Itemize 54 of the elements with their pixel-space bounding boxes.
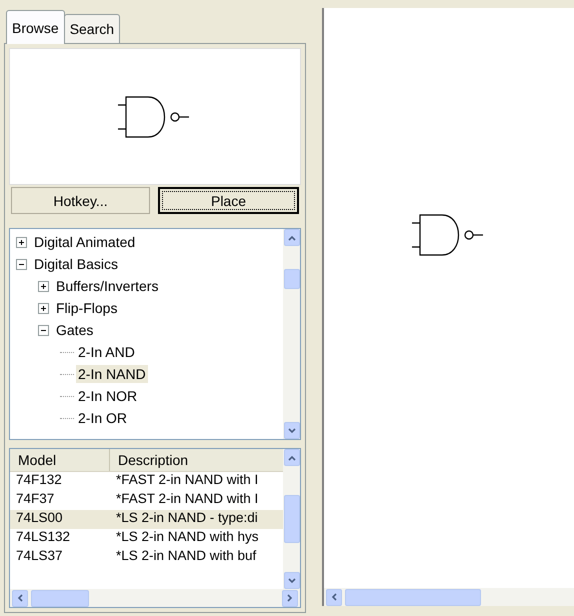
- chevron-up-icon: [288, 454, 296, 460]
- vertical-scrollbar[interactable]: [283, 449, 300, 589]
- expand-icon[interactable]: [16, 236, 27, 248]
- horizontal-scrollbar[interactable]: [10, 589, 300, 607]
- table-cell-text: *LS 2-in NAND with buf: [115, 548, 258, 565]
- chevron-down-icon: [288, 428, 296, 434]
- tree-item[interactable]: Flip-Flops: [54, 299, 120, 317]
- tree-item[interactable]: Digital Animated: [32, 233, 138, 251]
- tree-item[interactable]: 2-In AND: [76, 343, 137, 361]
- column-header[interactable]: Model: [10, 449, 110, 471]
- horizontal-scrollbar[interactable]: [324, 588, 574, 606]
- tree-item[interactable]: Digital Basics: [32, 255, 120, 273]
- scroll-left-button[interactable]: [326, 588, 342, 606]
- table-row[interactable]: 74LS00 *LS 2-in NAND - type:di: [10, 510, 283, 529]
- table-cell-text: 74LS132: [15, 529, 72, 546]
- collapse-icon[interactable]: [38, 324, 49, 336]
- chevron-left-icon: [331, 593, 337, 601]
- vertical-scrollbar[interactable]: [283, 229, 300, 439]
- chevron-left-icon: [17, 594, 23, 602]
- chevron-down-icon: [288, 578, 296, 584]
- tree-item[interactable]: Buffers/Inverters: [54, 277, 160, 295]
- scroll-right-button[interactable]: [282, 590, 298, 606]
- chevron-right-icon: [287, 594, 293, 602]
- place-button[interactable]: Place: [158, 187, 299, 214]
- table-cell-text: 74LS00: [15, 510, 64, 527]
- hotkey-button[interactable]: Hotkey...: [11, 187, 150, 214]
- scroll-left-button[interactable]: [12, 590, 28, 606]
- scrollbar-thumb[interactable]: [284, 495, 300, 543]
- tree-item[interactable]: Gates: [54, 321, 96, 339]
- tree-item[interactable]: 2-In NOR: [76, 387, 140, 405]
- table-cell-text: 74F132: [15, 472, 63, 489]
- nand-gate-icon: [412, 213, 486, 257]
- chevron-up-icon: [288, 234, 296, 240]
- table-cell-text: 74LS37: [15, 548, 64, 565]
- table-cell-text: *FAST 2-in NAND with I: [115, 472, 260, 489]
- table-cell-text: 74F37: [15, 491, 56, 508]
- scrollbar-thumb[interactable]: [31, 590, 89, 606]
- tab[interactable]: Browse: [6, 10, 65, 44]
- collapse-icon[interactable]: [16, 258, 27, 270]
- table-cell-text: *LS 2-in NAND with hys: [115, 529, 260, 546]
- table-cell-text: *LS 2-in NAND - type:di: [115, 510, 259, 527]
- tab[interactable]: Search: [64, 14, 120, 44]
- scroll-up-button[interactable]: [284, 449, 300, 466]
- expand-icon[interactable]: [38, 280, 49, 292]
- scrollbar-thumb[interactable]: [284, 269, 300, 289]
- scroll-down-button[interactable]: [284, 572, 300, 589]
- scroll-down-button[interactable]: [284, 422, 300, 439]
- tree-item[interactable]: 2-In OR: [76, 409, 130, 427]
- expand-icon[interactable]: [38, 302, 49, 314]
- table-cell-text: *FAST 2-in NAND with I: [115, 491, 260, 508]
- tree-item[interactable]: 2-In NAND: [76, 365, 148, 383]
- nand-gate-icon: [118, 94, 192, 138]
- scrollbar-thumb[interactable]: [345, 588, 481, 606]
- scroll-up-button[interactable]: [284, 229, 300, 246]
